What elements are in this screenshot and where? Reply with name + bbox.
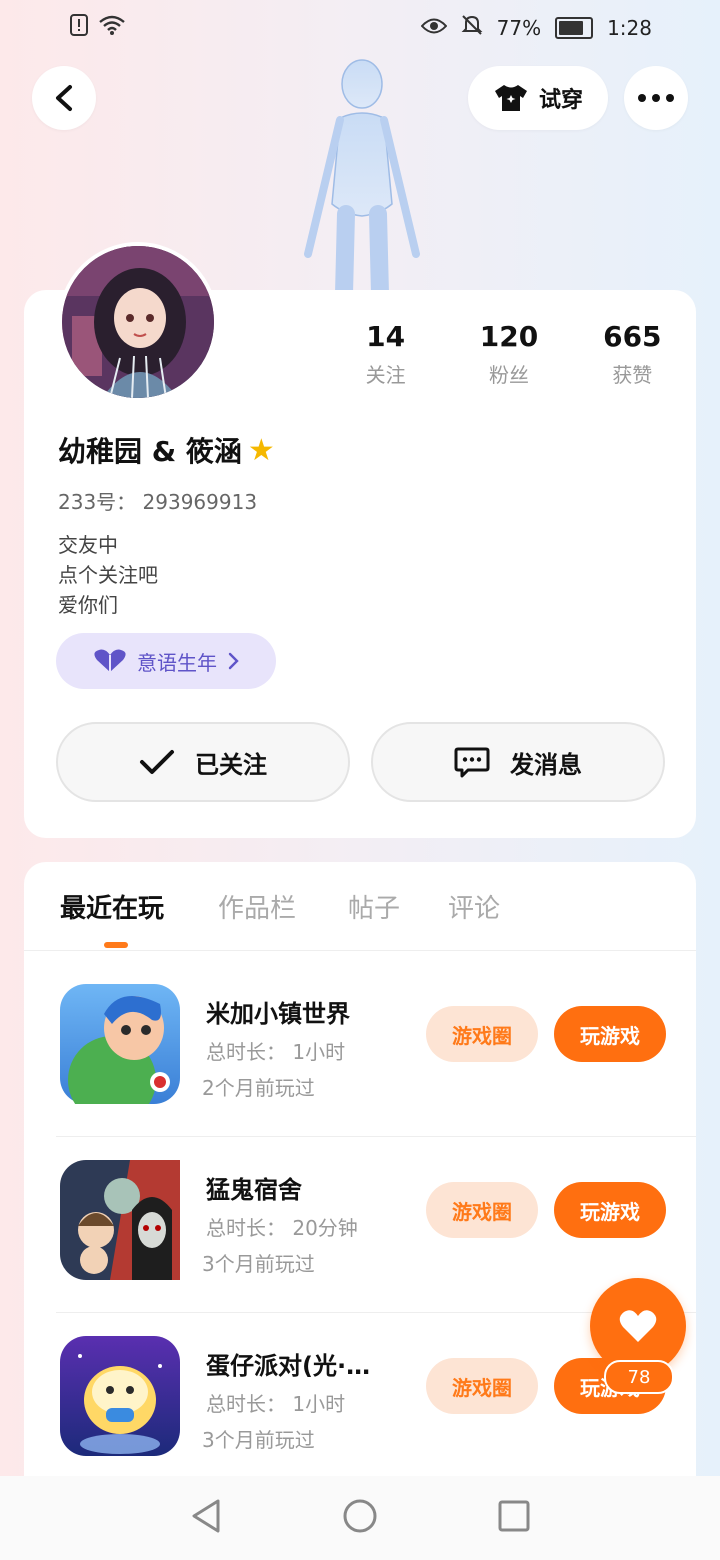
star-icon: ★ xyxy=(247,432,275,468)
tab-bar: 最近在玩 作品栏 帖子 评论 xyxy=(24,862,696,951)
play-game-button[interactable]: 玩游戏 xyxy=(554,1182,666,1238)
message-label: 发消息 xyxy=(510,750,582,779)
heart-icon xyxy=(619,1310,657,1342)
system-nav-bar xyxy=(0,1476,720,1560)
user-id: 233号： 293969913 xyxy=(58,490,258,514)
tab-posts[interactable]: 帖子 xyxy=(348,888,400,925)
more-icon xyxy=(638,94,674,102)
chat-icon xyxy=(454,747,490,778)
shirt-icon xyxy=(494,85,527,111)
check-icon xyxy=(140,750,174,774)
back-button[interactable] xyxy=(32,66,96,130)
stat-value: 665 xyxy=(603,320,662,353)
follow-label: 已关注 xyxy=(195,750,267,779)
game-title: 蛋仔派对(光·… xyxy=(206,1352,371,1380)
game-duration: 总时长： 1小时 xyxy=(206,1040,346,1064)
tab-comments[interactable]: 评论 xyxy=(448,888,500,925)
game-last-played: 3个月前玩过 xyxy=(202,1252,315,1276)
more-button[interactable] xyxy=(624,66,688,130)
bio-line: 交友中 xyxy=(58,533,118,557)
alert-icon xyxy=(70,14,88,41)
game-duration: 总时长： 1小时 xyxy=(206,1392,346,1416)
stat-label: 粉丝 xyxy=(488,363,529,387)
list-item[interactable]: 猛鬼宿舍 总时长： 20分钟 3个月前玩过 游戏圈 玩游戏 xyxy=(56,1136,696,1313)
follow-button[interactable]: 已关注 xyxy=(56,722,350,802)
stat-label: 关注 xyxy=(365,363,406,387)
games-card: 最近在玩 作品栏 帖子 评论 米加小镇世界 总时长： 1小时 2个月前玩过 游戏… xyxy=(24,862,696,1502)
stat-following[interactable]: 14 关注 xyxy=(324,320,447,388)
tab-works[interactable]: 作品栏 xyxy=(218,888,296,925)
tab-recent-played[interactable]: 最近在玩 xyxy=(60,888,164,925)
stat-likes[interactable]: 665 获赞 xyxy=(571,320,694,388)
game-duration: 总时长： 20分钟 xyxy=(206,1216,358,1240)
chevron-right-icon xyxy=(228,652,239,670)
nav-home-icon[interactable] xyxy=(342,1498,378,1538)
battery-percent: 77% xyxy=(496,15,542,40)
game-title: 猛鬼宿舍 xyxy=(206,1176,302,1204)
play-game-button[interactable]: 玩游戏 xyxy=(554,1006,666,1062)
nav-back-icon[interactable] xyxy=(190,1498,222,1538)
game-last-played: 2个月前玩过 xyxy=(202,1076,315,1100)
stat-followers[interactable]: 120 粉丝 xyxy=(447,320,570,388)
avatar-figure-image xyxy=(300,54,420,303)
game-circle-button[interactable]: 游戏圈 xyxy=(426,1006,538,1062)
profile-stats: 14 关注 120 粉丝 665 获赞 xyxy=(324,320,694,388)
stat-value: 14 xyxy=(366,320,406,353)
bio: 交友中 点个关注吧 爱你们 xyxy=(58,530,158,620)
bio-line: 爱你们 xyxy=(58,593,118,617)
message-button[interactable]: 发消息 xyxy=(371,722,665,802)
like-count: 78 xyxy=(604,1360,674,1394)
game-circle-button[interactable]: 游戏圈 xyxy=(426,1182,538,1238)
game-last-played: 3个月前玩过 xyxy=(202,1428,315,1452)
try-on-label: 试穿 xyxy=(538,88,583,113)
avatar[interactable] xyxy=(58,242,218,402)
game-icon xyxy=(60,1336,180,1456)
bio-line: 点个关注吧 xyxy=(58,563,158,587)
game-title: 米加小镇世界 xyxy=(206,1000,350,1028)
profile-tag[interactable]: 意语生年 xyxy=(56,633,276,689)
game-icon xyxy=(60,984,180,1124)
tab-indicator xyxy=(104,942,128,948)
stat-value: 120 xyxy=(479,320,539,353)
nickname: 幼稚园 & 筱涵 ★ xyxy=(58,430,275,470)
heart-icon xyxy=(94,649,126,672)
game-circle-button[interactable]: 游戏圈 xyxy=(426,1358,538,1414)
list-item[interactable]: 米加小镇世界 总时长： 1小时 2个月前玩过 游戏圈 玩游戏 xyxy=(56,960,696,1137)
nav-recent-icon[interactable] xyxy=(498,1500,530,1536)
game-icon xyxy=(60,1160,180,1280)
mute-icon xyxy=(461,14,483,41)
wifi-icon xyxy=(98,14,126,41)
clock: 1:28 xyxy=(607,15,652,40)
try-on-button[interactable]: 试穿 xyxy=(468,66,608,130)
eye-icon xyxy=(420,16,447,40)
back-icon xyxy=(56,85,72,111)
tag-label: 意语生年 xyxy=(137,650,217,675)
status-bar: 77% 1:28 xyxy=(0,0,720,56)
battery-icon xyxy=(555,16,594,39)
nickname-text: 幼稚园 & 筱涵 xyxy=(58,435,242,468)
stat-label: 获赞 xyxy=(612,363,653,387)
